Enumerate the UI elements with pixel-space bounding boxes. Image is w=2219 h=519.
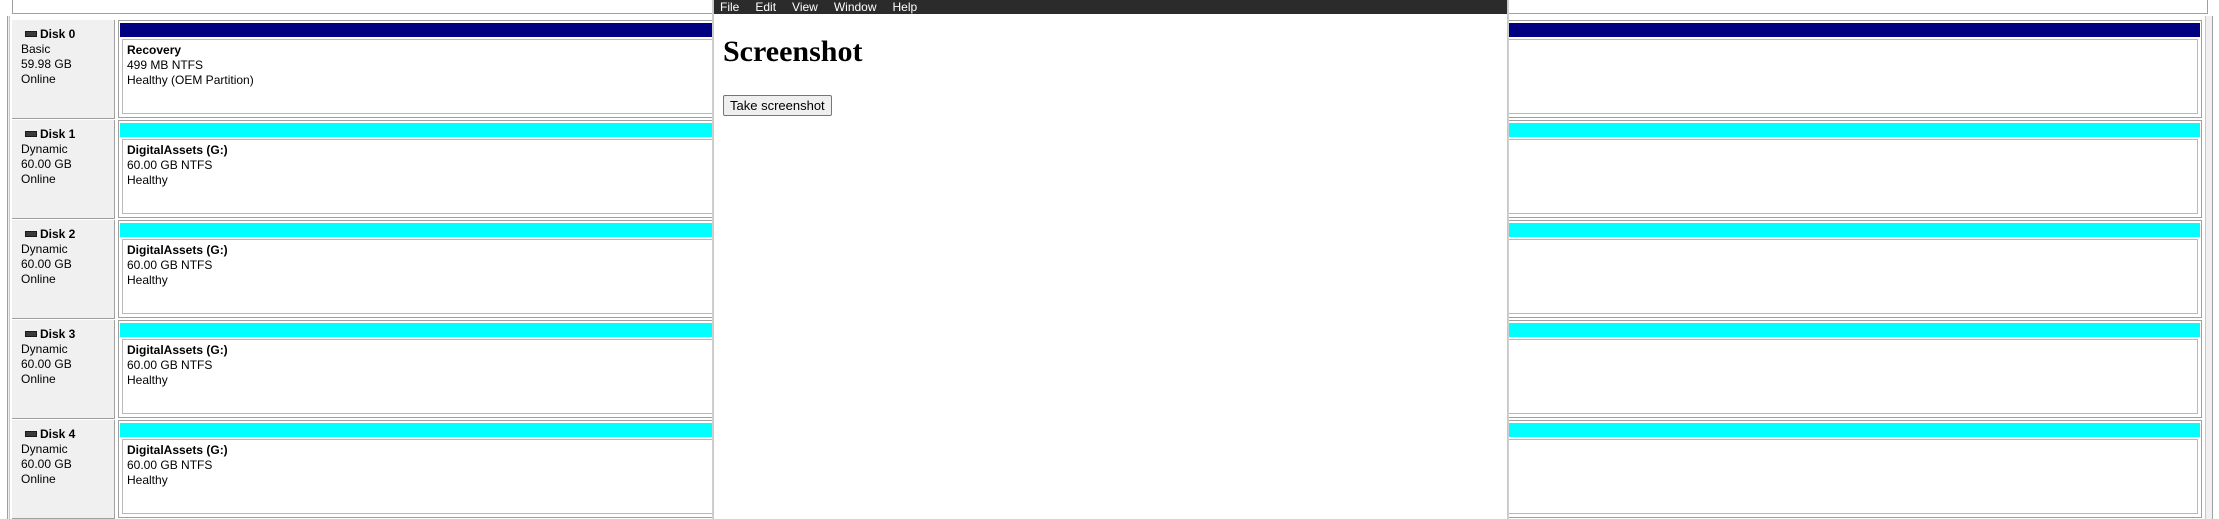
disk-info-2[interactable]: Disk 2 Dynamic 60.00 GB Online <box>12 220 115 319</box>
disk-type: Dynamic <box>21 442 68 456</box>
page-title: Screenshot <box>723 35 863 68</box>
menu-file[interactable]: File <box>714 0 748 14</box>
left-frame <box>7 16 10 519</box>
menu-view[interactable]: View <box>785 0 827 14</box>
disk-type: Dynamic <box>21 242 68 256</box>
disk-size: 60.00 GB <box>21 457 72 471</box>
disk-type: Dynamic <box>21 342 68 356</box>
take-screenshot-button[interactable]: Take screenshot <box>723 95 832 116</box>
disk-drive-icon <box>25 30 37 37</box>
right-frame <box>2205 16 2213 519</box>
disk-size: 60.00 GB <box>21 357 72 371</box>
disk-type: Dynamic <box>21 142 68 156</box>
disk-type: Basic <box>21 42 51 56</box>
disk-name: Disk 3 <box>40 327 76 341</box>
disk-size: 60.00 GB <box>21 257 72 271</box>
disk-info-4[interactable]: Disk 4 Dynamic 60.00 GB Online <box>12 420 115 519</box>
menu-window[interactable]: Window <box>827 0 886 14</box>
disk-name: Disk 4 <box>40 427 76 441</box>
screenshot-app-window: File Edit View Window Help Screenshot Ta… <box>713 0 1508 519</box>
disk-drive-icon <box>25 330 37 337</box>
disk-info-0[interactable]: Disk 0 Basic 59.98 GB Online <box>12 20 115 119</box>
disk-name: Disk 2 <box>40 227 76 241</box>
disk-name: Disk 0 <box>40 27 76 41</box>
disk-status: Online <box>21 272 56 286</box>
disk-name: Disk 1 <box>40 127 76 141</box>
disk-status: Online <box>21 72 56 86</box>
menu-help[interactable]: Help <box>886 0 927 14</box>
disk-drive-icon <box>25 430 37 437</box>
menu-bar: File Edit View Window Help <box>714 0 1507 14</box>
menu-edit[interactable]: Edit <box>748 0 785 14</box>
disk-size: 60.00 GB <box>21 157 72 171</box>
disk-info-3[interactable]: Disk 3 Dynamic 60.00 GB Online <box>12 320 115 419</box>
disk-status: Online <box>21 172 56 186</box>
disk-status: Online <box>21 372 56 386</box>
disk-status: Online <box>21 472 56 486</box>
disk-drive-icon <box>25 230 37 237</box>
disk-size: 59.98 GB <box>21 57 72 71</box>
disk-info-1[interactable]: Disk 1 Dynamic 60.00 GB Online <box>12 120 115 219</box>
disk-drive-icon <box>25 130 37 137</box>
